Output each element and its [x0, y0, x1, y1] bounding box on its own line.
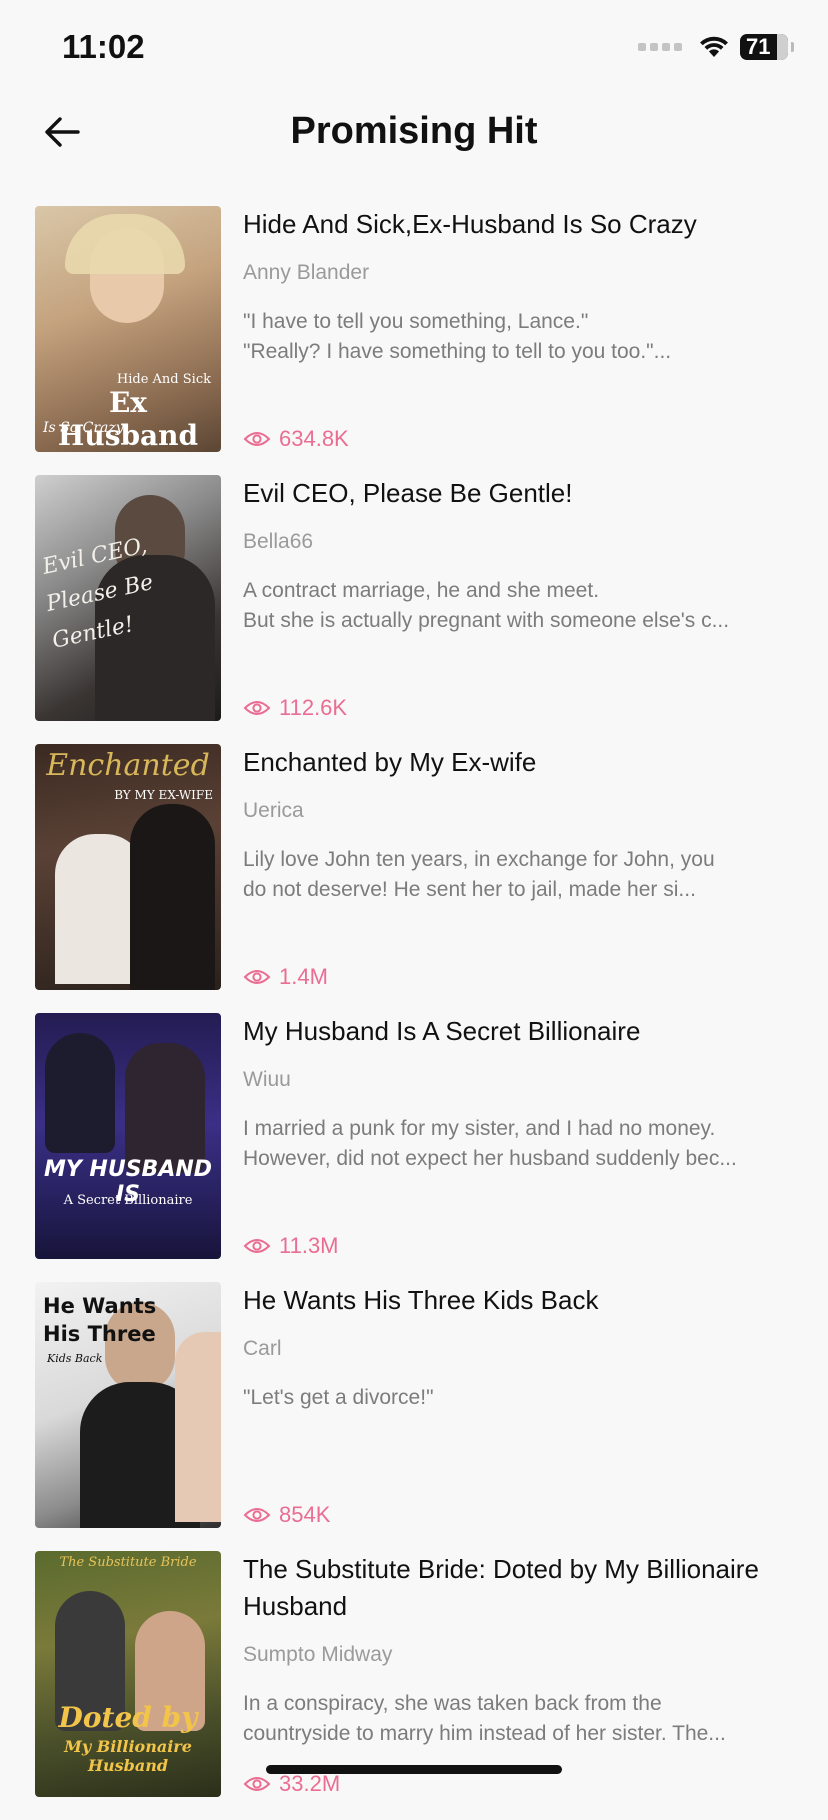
- book-description: Lily love John ten years, in exchange fo…: [243, 848, 715, 901]
- battery-level: 71: [746, 34, 771, 59]
- book-title[interactable]: Hide And Sick,Ex-Husband Is So Crazy: [243, 206, 788, 243]
- cover-text: The Substitute Bride: [59, 1555, 197, 1570]
- book-title[interactable]: He Wants His Three Kids Back: [243, 1282, 788, 1319]
- book-author: Uerica: [243, 799, 304, 822]
- signal-icon: [638, 43, 682, 51]
- view-count: 11.3M: [243, 1233, 339, 1259]
- view-count: 112.6K: [243, 695, 347, 721]
- eye-icon: [243, 432, 271, 446]
- book-list-item[interactable]: Enchanted BY MY EX-WIFE Enchanted by My …: [0, 744, 828, 1013]
- cover-text: My Billionaire Husband: [64, 1737, 192, 1775]
- book-info: Evil CEO, Please Be Gentle! Bella66 A co…: [243, 475, 788, 721]
- book-info: The Substitute Bride: Doted by My Billio…: [243, 1551, 788, 1797]
- view-count: 854K: [243, 1502, 330, 1528]
- book-list-item[interactable]: The Substitute Bride Doted by My Billion…: [0, 1551, 828, 1820]
- eye-icon: [243, 1777, 271, 1791]
- eye-icon: [243, 701, 271, 715]
- wifi-icon: [700, 36, 728, 57]
- eye-icon: [243, 1239, 271, 1253]
- book-list: Hide And Sick Ex Husband Is So Crazy Hid…: [0, 206, 828, 1820]
- cover-text: Doted by: [58, 1701, 198, 1734]
- book-cover[interactable]: The Substitute Bride Doted by My Billion…: [35, 1551, 221, 1797]
- book-cover[interactable]: Hide And Sick Ex Husband Is So Crazy: [35, 206, 221, 452]
- cover-text: Enchanted: [46, 748, 210, 783]
- view-count-value: 854K: [279, 1502, 331, 1527]
- book-list-item[interactable]: He Wants His Three Kids Back He Wants Hi…: [0, 1282, 828, 1551]
- home-indicator[interactable]: [266, 1765, 562, 1774]
- book-description: In a conspiracy, she was taken back from…: [243, 1692, 726, 1745]
- cover-text: He Wants: [43, 1294, 157, 1318]
- view-count-value: 11.3M: [279, 1233, 339, 1258]
- page-title: Promising Hit: [290, 110, 538, 152]
- book-description: I married a punk for my sister, and I ha…: [243, 1117, 737, 1170]
- view-count-value: 634.8K: [279, 426, 349, 451]
- book-cover[interactable]: Enchanted BY MY EX-WIFE: [35, 744, 221, 990]
- book-title[interactable]: My Husband Is A Secret Billionaire: [243, 1013, 788, 1050]
- book-description: A contract marriage, he and she meet. Bu…: [243, 579, 730, 632]
- book-title[interactable]: Enchanted by My Ex-wife: [243, 744, 788, 781]
- book-list-item[interactable]: MY HUSBAND IS A Secret Billionaire My Hu…: [0, 1013, 828, 1282]
- view-count: 634.8K: [243, 426, 349, 452]
- book-title[interactable]: Evil CEO, Please Be Gentle!: [243, 475, 788, 512]
- book-info: Hide And Sick,Ex-Husband Is So Crazy Ann…: [243, 206, 788, 452]
- book-list-item[interactable]: Evil CEO, Please Be Gentle! Evil CEO, Pl…: [0, 475, 828, 744]
- book-title[interactable]: The Substitute Bride: Doted by My Billio…: [243, 1551, 788, 1625]
- book-info: Enchanted by My Ex-wife Uerica Lily love…: [243, 744, 788, 990]
- book-author: Carl: [243, 1337, 282, 1360]
- book-list-item[interactable]: Hide And Sick Ex Husband Is So Crazy Hid…: [0, 206, 828, 475]
- book-author: Sumpto Midway: [243, 1643, 393, 1666]
- eye-icon: [243, 970, 271, 984]
- status-icons: 71: [638, 34, 794, 60]
- cover-text: Is So Crazy: [43, 420, 124, 436]
- book-author: Bella66: [243, 530, 314, 553]
- book-description: "Let's get a divorce!": [243, 1386, 434, 1409]
- status-bar: 11:02 71: [0, 0, 828, 100]
- view-count-value: 112.6K: [279, 695, 348, 720]
- cover-text: Ex Husband: [57, 386, 199, 452]
- book-author: Wiuu: [243, 1068, 291, 1091]
- book-info: My Husband Is A Secret Billionaire Wiuu …: [243, 1013, 788, 1259]
- book-author: Anny Blander: [243, 261, 370, 284]
- eye-icon: [243, 1508, 271, 1522]
- cover-text: A Secret Billionaire: [63, 1193, 193, 1208]
- cover-text: BY MY EX-WIFE: [114, 788, 213, 802]
- view-count-value: 1.4M: [279, 964, 328, 989]
- status-time: 11:02: [62, 28, 145, 65]
- view-count: 33.2M: [243, 1771, 340, 1797]
- book-cover[interactable]: He Wants His Three Kids Back: [35, 1282, 221, 1528]
- header: Promising Hit: [0, 100, 828, 164]
- view-count-value: 33.2M: [279, 1771, 341, 1796]
- book-cover[interactable]: Evil CEO, Please Be Gentle!: [35, 475, 221, 721]
- cover-text: Kids Back: [47, 1352, 103, 1365]
- cover-text: Hide And Sick: [116, 372, 211, 387]
- book-info: He Wants His Three Kids Back Carl "Let's…: [243, 1282, 788, 1528]
- book-cover[interactable]: MY HUSBAND IS A Secret Billionaire: [35, 1013, 221, 1259]
- book-description: "I have to tell you something, Lance." "…: [243, 310, 672, 363]
- cover-text: His Three: [43, 1322, 156, 1346]
- view-count: 1.4M: [243, 964, 328, 990]
- battery-icon: 71: [740, 34, 788, 60]
